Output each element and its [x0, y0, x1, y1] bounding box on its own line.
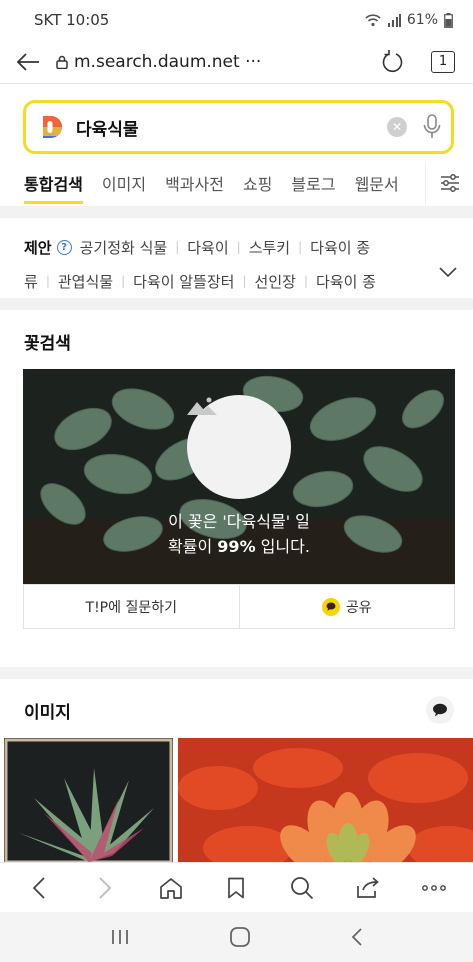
- suggestion-item[interactable]: 류: [24, 271, 38, 292]
- image-thumbnail[interactable]: [178, 738, 473, 862]
- kakao-talk-icon: [321, 597, 340, 616]
- suggestion-item[interactable]: 공기정화 식물: [80, 237, 168, 258]
- tab-integrated-search[interactable]: 통합검색: [24, 162, 83, 204]
- related-suggestions: 제안 ? 공기정화 식물 | 다육이 | 스투키 | 다육이 종 류 | 관엽식…: [0, 218, 473, 298]
- suggestion-item[interactable]: 다육이 종: [310, 237, 370, 258]
- search-query-text[interactable]: 다육식물: [76, 115, 387, 140]
- chevron-left-icon: [32, 876, 45, 899]
- separator: |: [298, 240, 303, 254]
- suggestion-item[interactable]: 선인장: [255, 271, 296, 292]
- sliders-icon: [440, 174, 459, 192]
- share-arrow-icon: [357, 876, 379, 898]
- images-share-button[interactable]: [426, 696, 454, 724]
- toolbar-search-button[interactable]: [278, 864, 326, 912]
- status-icons: 61%: [365, 12, 453, 28]
- suggestion-item[interactable]: 다육이 알뜰장터: [133, 271, 234, 292]
- image-thumbnail[interactable]: [4, 738, 173, 862]
- tab-encyclopedia[interactable]: 백과사전: [165, 162, 224, 204]
- suggestion-item[interactable]: 다육이 종: [316, 271, 376, 292]
- toolbar-forward-button[interactable]: [81, 864, 129, 912]
- speech-bubble-icon: [433, 703, 447, 717]
- wifi-icon: [365, 14, 381, 27]
- daum-logo-icon: [43, 116, 62, 138]
- tab-web-docs[interactable]: 웹문서: [355, 162, 399, 204]
- probability-value: 99%: [217, 537, 256, 556]
- home-icon: [159, 877, 182, 899]
- tab-blog[interactable]: 블로그: [291, 162, 335, 204]
- share-button[interactable]: 공유: [238, 585, 455, 628]
- url-text: m.search.daum.net ···: [74, 51, 262, 72]
- suggestion-item[interactable]: 관엽식물: [58, 271, 113, 292]
- lock-icon: [56, 55, 68, 69]
- flower-search-title: 꽃검색: [24, 334, 71, 354]
- url-field[interactable]: m.search.daum.net ···: [56, 52, 373, 72]
- section-divider: [0, 667, 473, 679]
- system-navigation-bar: [0, 912, 473, 962]
- chevron-right-icon: [99, 876, 112, 899]
- clear-search-button[interactable]: ✕: [387, 117, 407, 137]
- suggestion-item[interactable]: 스투키: [249, 237, 290, 258]
- system-back-icon[interactable]: [351, 927, 363, 947]
- suggestion-line-2: 류 | 관엽식물 | 다육이 알뜰장터 | 선인장 | 다육이 종: [24, 264, 473, 298]
- separator: |: [303, 274, 308, 288]
- browser-toolbar: [0, 862, 473, 912]
- browser-url-bar: m.search.daum.net ··· 1: [0, 40, 473, 84]
- tab-shopping[interactable]: 쇼핑: [243, 162, 272, 204]
- mountain-image-icon: [187, 397, 217, 415]
- ask-tip-button[interactable]: T!P에 질문하기: [24, 585, 239, 628]
- search-icon: [291, 876, 314, 899]
- tab-count-button[interactable]: 1: [431, 50, 455, 73]
- battery-percent: 61%: [406, 12, 438, 28]
- battery-icon: [444, 12, 453, 28]
- flower-photo[interactable]: 이 꽃은 '다육식물' 일 확률이 99% 입니다.: [23, 369, 455, 584]
- carrier-time: SKT 10:05: [34, 11, 110, 29]
- separator: |: [175, 240, 180, 254]
- close-icon: ✕: [391, 120, 403, 134]
- toolbar-more-button[interactable]: [410, 864, 458, 912]
- separator: |: [236, 240, 241, 254]
- succulent-thumbnail-2: [178, 738, 473, 862]
- search-category-tabs: 통합검색 이미지 백과사전 쇼핑 블로그 웹문서: [0, 162, 473, 204]
- image-placeholder: [187, 395, 291, 499]
- search-box[interactable]: 다육식물 ✕: [23, 100, 454, 154]
- toolbar-home-button[interactable]: [147, 864, 195, 912]
- separator: |: [45, 274, 50, 288]
- reload-button[interactable]: [373, 49, 413, 74]
- flower-result-message: 이 꽃은 '다육식물' 일 확률이 99% 입니다.: [23, 509, 455, 559]
- section-divider: [0, 298, 473, 310]
- separator: |: [121, 274, 126, 288]
- help-icon[interactable]: ?: [56, 239, 72, 255]
- flower-actions: T!P에 질문하기 공유: [23, 584, 455, 629]
- chevron-down-icon[interactable]: [439, 266, 457, 278]
- tab-images[interactable]: 이미지: [102, 162, 146, 204]
- status-bar: SKT 10:05 61%: [0, 0, 473, 40]
- separator: |: [242, 274, 247, 288]
- suggestion-item[interactable]: 다육이: [187, 237, 228, 258]
- back-arrow-button[interactable]: [0, 40, 56, 84]
- bookmark-icon: [228, 877, 245, 898]
- result-line-1: 이 꽃은 '다육식물' 일: [168, 512, 310, 531]
- recent-apps-icon[interactable]: [110, 928, 130, 946]
- back-arrow-icon: [16, 52, 39, 71]
- result-line-2: 확률이 99% 입니다.: [168, 537, 310, 556]
- succulent-thumbnail-1: [4, 738, 173, 862]
- more-dots-icon: [422, 884, 446, 891]
- suggestion-line-1: 제안 ? 공기정화 식물 | 다육이 | 스투키 | 다육이 종: [24, 230, 473, 264]
- images-section-title: 이미지: [24, 703, 71, 723]
- microphone-icon[interactable]: [423, 114, 441, 140]
- toolbar-back-button[interactable]: [15, 864, 63, 912]
- suggestions-title: 제안: [24, 238, 52, 257]
- toolbar-share-button[interactable]: [344, 864, 392, 912]
- section-divider: [0, 206, 473, 218]
- signal-icon: [387, 13, 401, 27]
- home-button-icon[interactable]: [229, 926, 251, 948]
- tab-settings-button[interactable]: [425, 162, 473, 204]
- reload-icon: [382, 49, 403, 72]
- toolbar-bookmark-button[interactable]: [212, 864, 260, 912]
